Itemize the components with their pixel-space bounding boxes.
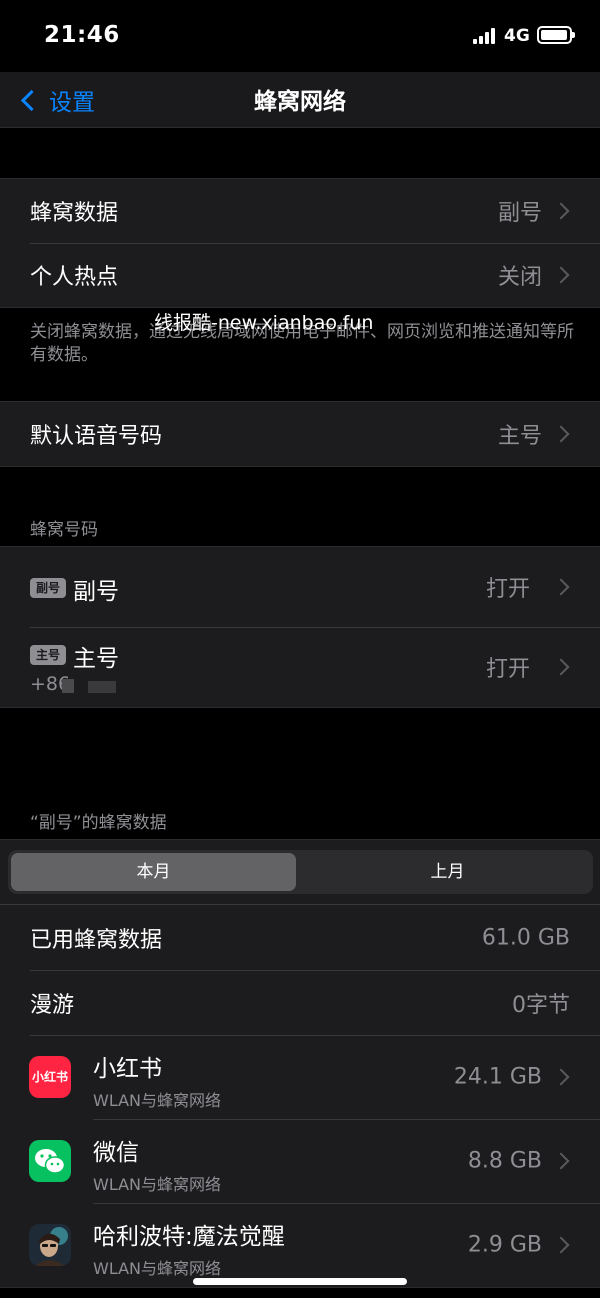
home-indicator[interactable] (193, 1278, 407, 1285)
chevron-right-icon (552, 266, 570, 284)
app-name: 小红书 (93, 1056, 162, 1082)
navigation-bar: 设置 蜂窝网络 (0, 72, 600, 128)
personal-hotspot-row[interactable]: 个人热点 关闭 (0, 243, 600, 307)
sim-row-primary[interactable]: 主号 主号 +86 打开 (0, 627, 600, 707)
sim-row-secondary[interactable]: 副号 副号 打开 (0, 547, 600, 627)
row-label: 个人热点 (30, 265, 119, 290)
sim-status: 打开 (485, 577, 530, 602)
row-value: 61.0 GB (481, 925, 570, 950)
sim-name: 主号 (73, 646, 119, 672)
roaming-row: 漫游 0字节 (0, 970, 600, 1035)
row-value: 0字节 (512, 992, 570, 1018)
signal-strength-icon (473, 28, 497, 44)
redaction-mark (88, 681, 116, 693)
redaction-mark (62, 679, 74, 693)
app-usage-value: 2.9 GB (467, 1232, 542, 1258)
section-header-sim: 蜂窝号码 (30, 520, 98, 540)
app-network-mode: WLAN与蜂窝网络 (93, 1259, 222, 1278)
status-bar: 21:46 4G (0, 0, 600, 72)
chevron-right-icon (552, 1236, 570, 1254)
xiaohongshu-icon: 小红书 (29, 1056, 71, 1098)
watermark-text: 线报酷-new.xianbao.fun (154, 312, 374, 334)
sim-lines-group: 副号 副号 打开 主号 主号 +86 打开 (0, 546, 600, 708)
chevron-right-icon (552, 658, 570, 676)
row-label: 已用蜂窝数据 (30, 927, 163, 953)
battery-icon (537, 26, 575, 44)
default-voice-line-row[interactable]: 默认语音号码 主号 (0, 402, 600, 466)
app-row-harry-potter[interactable]: 哈利波特:魔法觉醒 WLAN与蜂窝网络 2.9 GB (0, 1203, 600, 1287)
row-label: 蜂窝数据 (30, 201, 119, 226)
sim-badge: 主号 (30, 645, 66, 665)
chevron-right-icon (552, 1152, 570, 1170)
chevron-right-icon (552, 578, 570, 596)
chevron-right-icon (552, 202, 570, 220)
app-usage-value: 24.1 GB (453, 1064, 542, 1090)
app-row-xiaohongshu[interactable]: 小红书 小红书 WLAN与蜂窝网络 24.1 GB (0, 1035, 600, 1119)
cellular-data-row[interactable]: 蜂窝数据 副号 (0, 179, 600, 243)
wechat-icon (29, 1140, 71, 1182)
chevron-right-icon (552, 425, 570, 443)
row-value: 关闭 (497, 265, 542, 290)
used-cellular-data-row: 已用蜂窝数据 61.0 GB (0, 905, 600, 970)
sim-status: 打开 (485, 657, 530, 682)
app-network-mode: WLAN与蜂窝网络 (93, 1091, 222, 1110)
row-value: 副号 (497, 201, 542, 226)
default-voice-group: 默认语音号码 主号 (0, 401, 600, 467)
segment-last-month[interactable]: 上月 (305, 853, 590, 891)
period-segmented-control[interactable]: 本月 上月 (8, 850, 593, 894)
usage-group: 已用蜂窝数据 61.0 GB 漫游 0字节 小红书 小红书 WLAN与蜂窝网络 … (0, 904, 600, 1288)
cellular-settings-group: 蜂窝数据 副号 个人热点 关闭 (0, 178, 600, 308)
row-value: 主号 (497, 424, 542, 449)
app-network-mode: WLAN与蜂窝网络 (93, 1175, 222, 1194)
section-header-usage: “副号”的蜂窝数据 (30, 813, 167, 833)
app-row-wechat[interactable]: 微信 WLAN与蜂窝网络 8.8 GB (0, 1119, 600, 1203)
status-time: 21:46 (44, 22, 120, 48)
row-label: 默认语音号码 (30, 424, 163, 449)
app-name: 微信 (93, 1140, 139, 1166)
network-type: 4G (504, 26, 530, 46)
chevron-right-icon (552, 1068, 570, 1086)
page-title: 蜂窝网络 (254, 89, 346, 115)
app-name: 哈利波特:魔法觉醒 (93, 1224, 285, 1250)
app-usage-value: 8.8 GB (467, 1148, 542, 1174)
sim-name: 副号 (73, 579, 119, 605)
row-label: 漫游 (30, 992, 75, 1018)
sim-badge: 副号 (30, 578, 66, 598)
segment-current-month[interactable]: 本月 (11, 853, 296, 891)
harry-potter-game-icon (29, 1224, 71, 1266)
